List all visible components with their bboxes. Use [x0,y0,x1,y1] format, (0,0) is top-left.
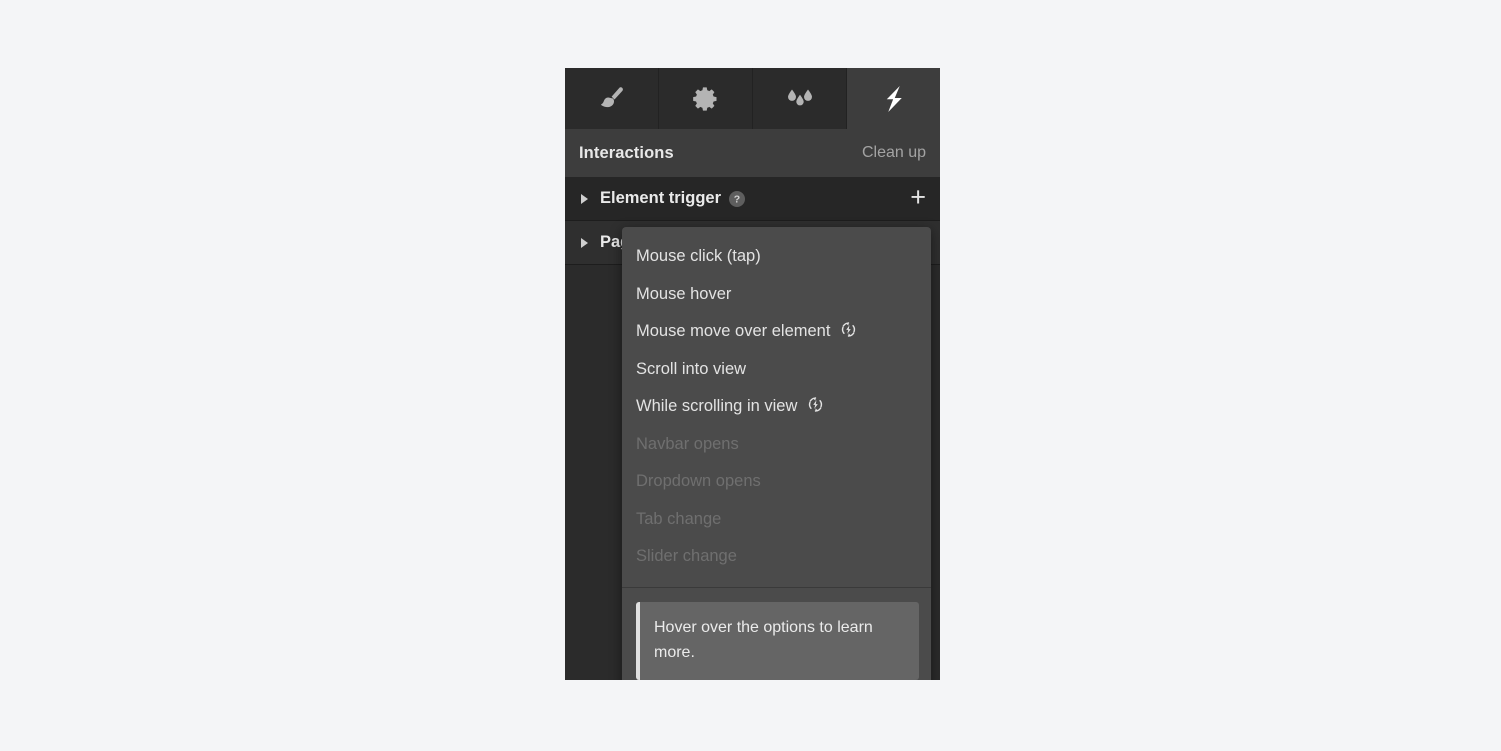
svg-text:?: ? [734,193,740,205]
panel-tabbar [565,68,940,129]
menu-item-label: Navbar opens [636,434,739,453]
menu-item-dropdown-opens: Dropdown opens [622,463,931,501]
loop-lightning-icon [806,395,825,419]
menu-item-label: Slider change [636,547,737,566]
loop-lightning-icon [839,320,858,344]
page-title: Interactions [579,143,674,162]
menu-item-mouse-hover[interactable]: Mouse hover [622,276,931,314]
menu-item-slider-change: Slider change [622,538,931,576]
menu-item-while-scrolling-in-view[interactable]: While scrolling in view [622,388,931,426]
chevron-right-icon[interactable] [581,193,588,204]
interactions-tab[interactable] [847,68,940,129]
paintbrush-icon [597,84,627,114]
menu-item-label: While scrolling in view [636,397,798,416]
clean-up-button[interactable]: Clean up [862,144,926,162]
menu-item-tab-change: Tab change [622,501,931,539]
menu-item-label: Scroll into view [636,359,747,378]
menu-item-label: Mouse hover [636,284,732,303]
element-trigger-row[interactable]: Element trigger ? + [565,177,940,221]
dropdown-hint-area: Hover over the options to learn more. [622,588,931,681]
add-element-trigger-button[interactable]: + [910,183,926,214]
menu-item-label: Dropdown opens [636,472,761,491]
menu-item-label: Mouse click (tap) [636,247,761,266]
menu-item-label: Mouse move over element [636,322,831,341]
menu-item-label: Tab change [636,509,722,528]
style-tab[interactable] [565,68,659,129]
menu-item-navbar-opens: Navbar opens [622,426,931,464]
gear-icon [692,85,720,113]
chevron-right-icon[interactable] [581,237,588,248]
menu-item-mouse-click[interactable]: Mouse click (tap) [622,238,931,276]
interactions-section-header: Interactions Clean up [565,129,940,177]
settings-tab[interactable] [659,68,753,129]
effects-tab[interactable] [753,68,847,129]
dropdown-hint-text: Hover over the options to learn more. [636,601,919,680]
interactions-panel: Interactions Clean up Element trigger ? … [565,68,940,680]
element-trigger-label: Element trigger [600,189,722,207]
question-mark-icon[interactable]: ? [729,190,746,207]
menu-item-scroll-into-view[interactable]: Scroll into view [622,351,931,389]
trigger-options-list: Mouse click (tap) Mouse hover Mouse move… [622,227,931,587]
menu-item-mouse-move-over-element[interactable]: Mouse move over element [622,313,931,351]
trigger-type-dropdown: Mouse click (tap) Mouse hover Mouse move… [622,227,931,680]
lightning-bolt-icon [881,84,907,114]
water-drops-icon [783,86,817,112]
